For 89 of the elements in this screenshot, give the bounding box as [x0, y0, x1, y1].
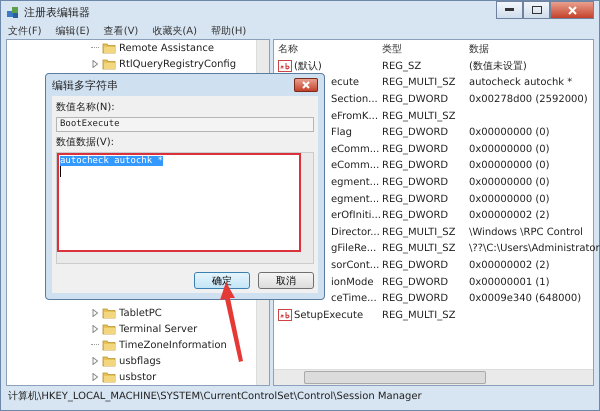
tree-item[interactable]: RtlQueryRegistryConfig [119, 58, 236, 70]
value-name: erOfIniti... [331, 210, 381, 222]
status-path: 计算机\HKEY_LOCAL_MACHINE\SYSTEM\CurrentControlSet\Control\Session Manager [8, 390, 422, 403]
value-type: REG_DWORD [382, 293, 450, 304]
value-data: 0x00000000 (0) [469, 194, 551, 205]
menu-item[interactable]: 查看(V) [104, 24, 138, 38]
value-name: egment... [331, 194, 380, 205]
value-type: REG_MULTI_SZ [382, 310, 456, 321]
tree-item[interactable]: usbstor [119, 372, 156, 382]
minimize-icon [505, 8, 514, 12]
value-name: eFromK... [331, 110, 378, 122]
dialog-title: 编辑多字符串 [52, 78, 118, 92]
value-name: ecute [331, 77, 360, 88]
value-name: egment... [331, 176, 380, 188]
folder-icon [102, 322, 116, 336]
value-type: REG_DWORD [382, 94, 450, 105]
maximize-icon [532, 6, 542, 14]
cancel-button[interactable]: 取消 [258, 272, 314, 289]
value-type: REG_MULTI_SZ [382, 226, 456, 238]
value-type: REG_DWORD [382, 260, 450, 271]
value-name: ceTime... [331, 293, 377, 304]
tree-item[interactable]: TimeZoneInformation [119, 340, 227, 350]
tree-item[interactable]: Remote Assistance [119, 42, 214, 54]
value-name: ionMode [331, 276, 374, 288]
registry-cubes-icon [6, 5, 20, 19]
menu-item[interactable]: 收藏夹(A) [152, 24, 197, 38]
value-data: 0x00000000 (0) [469, 144, 551, 155]
value-type: REG_MULTI_SZ [382, 243, 456, 254]
tree-item[interactable]: Terminal Server [119, 324, 198, 334]
value-type: REG_DWORD [382, 144, 450, 155]
string-value-icon [278, 309, 292, 322]
value-data: autocheck autochk * [469, 77, 574, 88]
value-data: 0x00000000 (0) [469, 176, 551, 188]
value-name: eComm... [331, 144, 380, 155]
folder-icon [102, 354, 116, 368]
window-title: 注册表编辑器 [24, 4, 90, 20]
value-data: 0x00000002 (2) [469, 210, 551, 222]
horizontal-scrollbar[interactable] [274, 369, 593, 385]
value-name: SetupExecute [294, 310, 364, 321]
close-button[interactable] [294, 78, 318, 92]
value-name: (默认) [294, 60, 322, 74]
value-type: REG_DWORD [382, 194, 450, 205]
value-type: REG_DWORD [382, 176, 450, 188]
close-icon [302, 81, 310, 89]
column-header[interactable]: 数据 [469, 42, 593, 56]
value-name: Director... [331, 226, 380, 238]
value-name-field[interactable]: BootExecute [56, 117, 314, 132]
value-name: eComm... [331, 160, 380, 172]
tree-item[interactable]: usbflags [119, 356, 161, 366]
value-type: REG_MULTI_SZ [382, 110, 456, 122]
tree-item[interactable]: TabletPC [119, 308, 162, 318]
value-name: sorCont... [331, 260, 380, 271]
value-type: REG_SZ [382, 60, 422, 72]
folder-icon [102, 306, 116, 320]
expand-arrow-icon[interactable] [91, 60, 99, 68]
horizontal-scrollbar[interactable] [57, 252, 313, 263]
close-icon [568, 6, 576, 14]
field-label: 数值数据(V): [56, 136, 116, 149]
value-data: 0x00000000 (0) [469, 127, 551, 138]
value-data: 0x00000001 (1) [469, 276, 551, 288]
value-data: (数值未设置) [469, 60, 528, 74]
folder-icon [102, 370, 116, 384]
value-data: \Windows \RPC Control [469, 226, 584, 238]
value-name: gFileRe... [331, 243, 376, 254]
maximize-button[interactable] [523, 1, 550, 19]
vertical-scrollbar[interactable] [301, 153, 313, 252]
value-type: REG_DWORD [382, 127, 450, 138]
menu-item[interactable]: 文件(F) [8, 24, 42, 38]
value-type: REG_DWORD [382, 276, 450, 288]
column-header[interactable]: 名称 [278, 42, 382, 56]
close-button[interactable] [550, 1, 594, 19]
value-name: Section... [331, 94, 378, 105]
minimize-button[interactable] [496, 1, 523, 19]
menu-item[interactable]: 编辑(E) [56, 24, 90, 38]
folder-icon [102, 57, 116, 71]
value-data: 0x00278d00 (2592000) [469, 94, 589, 105]
value-type: REG_MULTI_SZ [382, 77, 456, 88]
value-data: 0x00000002 (2) [469, 260, 551, 271]
folder-icon [102, 41, 116, 55]
menu-item[interactable]: 帮助(H) [211, 24, 246, 38]
value-data: 0x00000000 (0) [469, 160, 551, 172]
value-data: 0x0009e340 (648000) [469, 293, 582, 304]
value-name: Flag [331, 127, 352, 138]
value-type: REG_DWORD [382, 160, 450, 172]
folder-icon [102, 338, 116, 352]
field-label: 数值名称(N): [56, 101, 116, 114]
column-header[interactable]: 类型 [382, 42, 469, 56]
value-type: REG_DWORD [382, 210, 450, 222]
string-value-icon [278, 60, 292, 72]
